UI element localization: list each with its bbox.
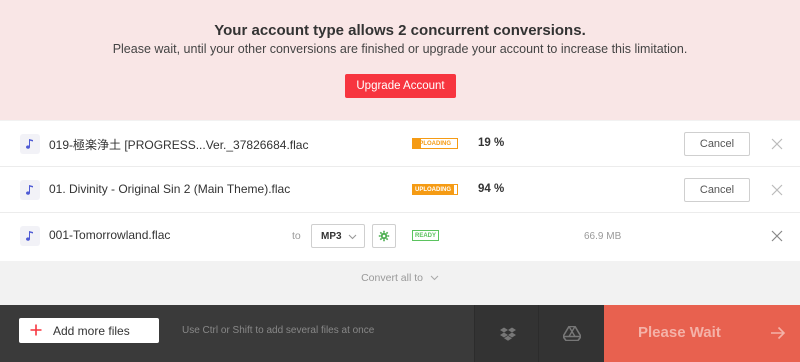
- music-note-icon: [20, 180, 40, 200]
- convert-all-dropdown[interactable]: Convert all to: [0, 272, 800, 284]
- close-icon[interactable]: [770, 183, 784, 197]
- multi-select-hint: Use Ctrl or Shift to add several files a…: [182, 325, 375, 336]
- plus-icon: [30, 324, 42, 336]
- file-name: 001-Tomorrowland.flac: [49, 228, 171, 242]
- cancel-button[interactable]: Cancel: [684, 178, 750, 202]
- upgrade-account-button[interactable]: Upgrade Account: [345, 74, 456, 98]
- upgrade-banner: Your account type allows 2 concurrent co…: [0, 0, 800, 120]
- dropbox-button[interactable]: [474, 305, 540, 362]
- google-drive-button[interactable]: [538, 305, 604, 362]
- arrow-right-icon: [771, 326, 786, 340]
- settings-button[interactable]: [372, 224, 396, 248]
- gear-icon: [378, 230, 390, 242]
- file-row: 01. Divinity - Original Sin 2 (Main Them…: [0, 167, 800, 213]
- please-wait-button[interactable]: Please Wait: [604, 305, 800, 362]
- file-row: 019-極楽浄土 [PROGRESS...Ver._37826684.flac …: [0, 121, 800, 167]
- music-note-icon: [20, 134, 40, 154]
- status-badge: READY: [412, 230, 440, 241]
- google-drive-icon: [562, 326, 581, 341]
- footer-bar: Add more files Use Ctrl or Shift to add …: [0, 305, 800, 362]
- close-icon[interactable]: [770, 137, 784, 151]
- banner-title: Your account type allows 2 concurrent co…: [214, 22, 586, 39]
- file-name: 019-極楽浄土 [PROGRESS...Ver._37826684.flac: [49, 138, 309, 152]
- add-more-files-button[interactable]: Add more files: [19, 318, 159, 343]
- format-select[interactable]: MP3: [311, 224, 365, 248]
- file-size: 66.9 MB: [584, 231, 622, 242]
- status-badge: UPLOADING: [412, 184, 458, 195]
- to-label: to: [292, 230, 301, 242]
- status-badge: UPLOADING: [412, 138, 458, 149]
- dropbox-icon: [499, 327, 516, 341]
- close-icon[interactable]: [770, 229, 784, 243]
- upload-percent: 19 %: [478, 137, 505, 149]
- banner-message: Please wait, until your other conversion…: [112, 42, 688, 56]
- file-name: 01. Divinity - Original Sin 2 (Main Them…: [49, 182, 291, 196]
- chevron-down-icon: [348, 234, 357, 240]
- music-note-icon: [20, 226, 40, 246]
- chevron-down-icon: [430, 275, 439, 281]
- file-list: 019-極楽浄土 [PROGRESS...Ver._37826684.flac …: [0, 121, 800, 261]
- file-row: 001-Tomorrowland.flac to MP3 READY 66.9 …: [0, 213, 800, 259]
- upload-percent: 94 %: [478, 183, 505, 195]
- cancel-button[interactable]: Cancel: [684, 132, 750, 156]
